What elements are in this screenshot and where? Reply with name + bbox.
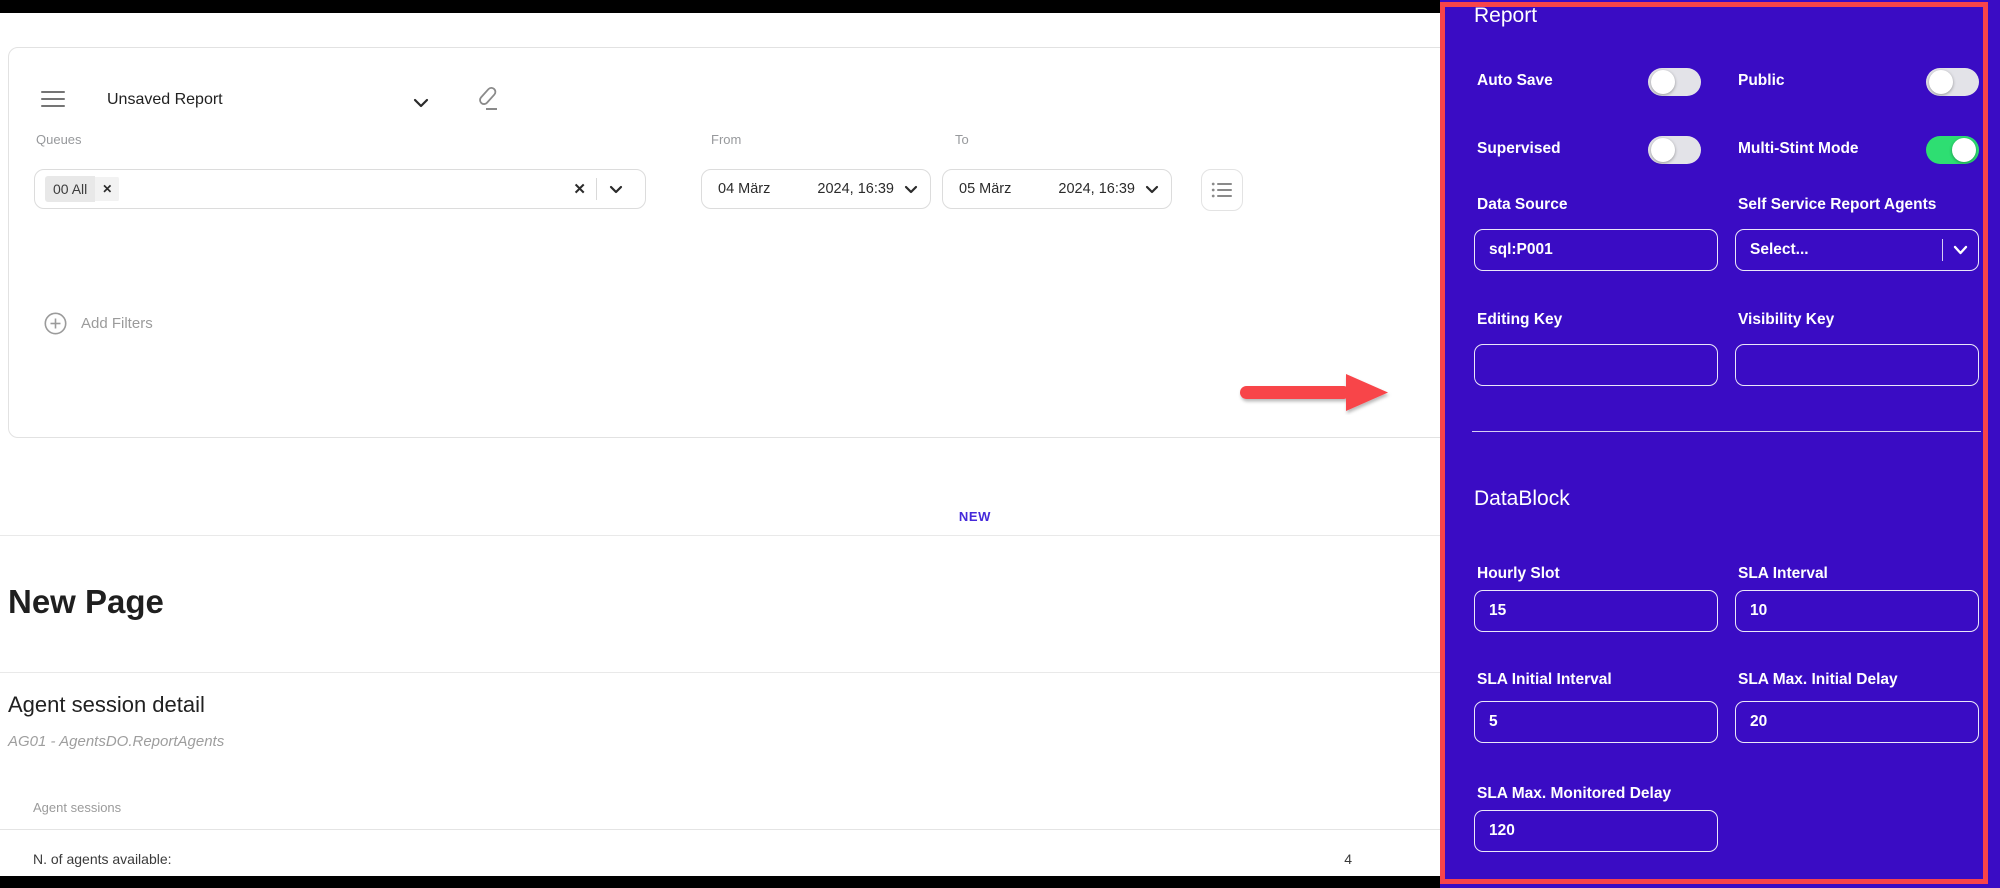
- add-filters-label: Add Filters: [81, 315, 153, 332]
- table-row-value: 4: [1290, 851, 1352, 867]
- queues-multiselect[interactable]: 00 All ✕ ✕: [34, 169, 646, 209]
- sla-max-monitored-delay-label: SLA Max. Monitored Delay: [1477, 785, 1671, 803]
- report-settings-panel: Report Auto Save Public Supervised Multi…: [1440, 0, 2000, 888]
- self-service-report-agents-label: Self Service Report Agents: [1738, 196, 1936, 214]
- page-title: New Page: [8, 583, 164, 621]
- chevron-down-icon[interactable]: [1145, 185, 1159, 194]
- hourly-slot-input[interactable]: [1474, 590, 1718, 632]
- bottom-black-bar: [0, 876, 1440, 888]
- toggle-knob: [1929, 70, 1953, 94]
- table-row-label: N. of agents available:: [33, 851, 172, 867]
- editing-key-input[interactable]: [1474, 344, 1718, 386]
- sla-max-monitored-delay-input[interactable]: [1474, 810, 1718, 852]
- queue-chip-label: 00 All: [45, 176, 95, 202]
- sla-initial-interval-input[interactable]: [1474, 701, 1718, 743]
- list-icon: [1211, 181, 1233, 199]
- to-datepicker[interactable]: 05 März 2024, 16:39: [942, 169, 1172, 209]
- from-date: 04 März: [718, 181, 770, 197]
- sla-max-initial-delay-label: SLA Max. Initial Delay: [1738, 671, 1898, 689]
- table-divider: [0, 829, 1440, 830]
- from-datepicker[interactable]: 04 März 2024, 16:39: [701, 169, 931, 209]
- plus-circle-icon: [44, 312, 67, 335]
- supervised-toggle[interactable]: [1648, 136, 1701, 164]
- multi-stint-mode-toggle[interactable]: [1926, 136, 1979, 164]
- table-group-label: Agent sessions: [33, 800, 121, 815]
- to-date: 05 März: [959, 181, 1011, 197]
- public-label: Public: [1738, 72, 1785, 90]
- panel-section-title-datablock: DataBlock: [1474, 487, 1570, 511]
- section-title: Agent session detail: [8, 692, 205, 718]
- panel-section-title-report: Report: [1474, 4, 1537, 28]
- chip-remove-icon[interactable]: ✕: [95, 177, 119, 201]
- screen: Unsaved Report Queues 00 All ✕ ✕ From: [0, 0, 2000, 888]
- time-interval-list-button[interactable]: [1201, 169, 1243, 211]
- clear-icon[interactable]: ✕: [563, 180, 596, 198]
- chevron-down-icon[interactable]: [1953, 245, 1968, 255]
- filter-card: Unsaved Report Queues 00 All ✕ ✕ From: [8, 47, 1452, 438]
- auto-save-label: Auto Save: [1477, 72, 1553, 90]
- self-service-report-agents-select[interactable]: Select...: [1735, 229, 1979, 271]
- visibility-key-input[interactable]: [1735, 344, 1979, 386]
- public-toggle[interactable]: [1926, 68, 1979, 96]
- sla-max-initial-delay-input[interactable]: [1735, 701, 1979, 743]
- queue-chip: 00 All ✕: [45, 176, 119, 202]
- sla-initial-interval-label: SLA Initial Interval: [1477, 671, 1612, 689]
- chevron-down-icon[interactable]: [597, 185, 635, 194]
- auto-save-toggle[interactable]: [1648, 68, 1701, 96]
- supervised-label: Supervised: [1477, 140, 1561, 158]
- sla-interval-input[interactable]: [1735, 590, 1979, 632]
- chevron-down-icon[interactable]: [413, 95, 429, 113]
- section-subtitle: AG01 - AgentsDO.ReportAgents: [8, 733, 224, 750]
- select-placeholder: Select...: [1750, 241, 1809, 259]
- from-label: From: [711, 132, 741, 147]
- toggle-knob: [1651, 70, 1675, 94]
- chevron-down-icon[interactable]: [904, 185, 918, 194]
- toggle-knob: [1952, 138, 1976, 162]
- menu-hamburger-icon[interactable]: [41, 91, 65, 107]
- data-source-label: Data Source: [1477, 196, 1567, 214]
- to-label: To: [955, 132, 969, 147]
- hourly-slot-label: Hourly Slot: [1477, 565, 1560, 583]
- select-divider: [1942, 239, 1943, 261]
- panel-divider: [1472, 431, 1981, 432]
- sla-interval-label: SLA Interval: [1738, 565, 1828, 583]
- visibility-key-label: Visibility Key: [1738, 311, 1834, 329]
- page-divider: [0, 672, 1440, 673]
- report-selector[interactable]: Unsaved Report: [107, 88, 223, 112]
- queues-label: Queues: [36, 132, 82, 147]
- data-source-input[interactable]: [1474, 229, 1718, 271]
- editing-key-label: Editing Key: [1477, 311, 1562, 329]
- top-black-bar: [0, 0, 1440, 13]
- report-name: Unsaved Report: [107, 91, 223, 109]
- edit-pencil-icon[interactable]: [469, 81, 505, 117]
- add-filters-button[interactable]: Add Filters: [44, 312, 153, 335]
- from-time: 2024, 16:39: [817, 181, 894, 197]
- multi-stint-mode-label: Multi-Stint Mode: [1738, 140, 1859, 158]
- to-time: 2024, 16:39: [1058, 181, 1135, 197]
- tabbar-divider: [0, 535, 1440, 536]
- tab-new[interactable]: NEW: [900, 509, 1050, 524]
- annotation-highlight-frame: [1440, 2, 1988, 884]
- toggle-knob: [1651, 138, 1675, 162]
